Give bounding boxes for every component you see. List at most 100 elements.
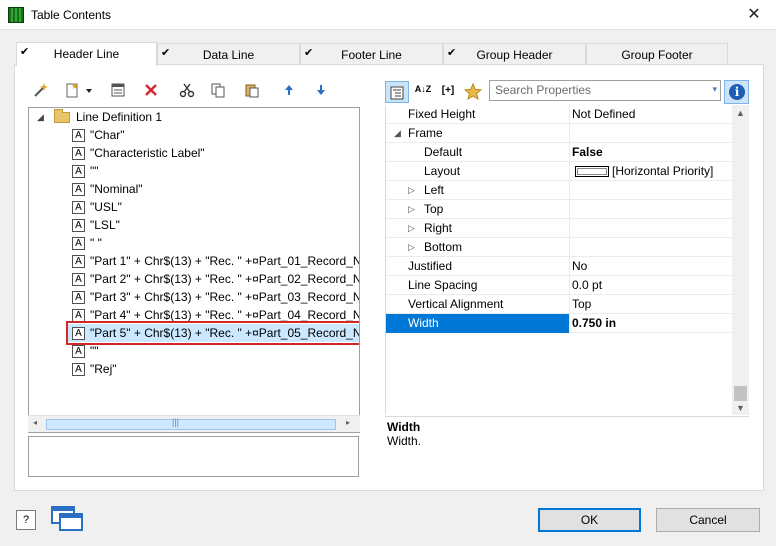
- property-value[interactable]: [569, 181, 734, 200]
- text-field-icon: A: [72, 147, 85, 161]
- favorites-button[interactable]: [462, 80, 484, 102]
- categorized-view-button[interactable]: [385, 81, 409, 103]
- property-name-text: Line Spacing: [408, 278, 478, 292]
- wizard-button[interactable]: [30, 79, 52, 101]
- property-value[interactable]: [569, 200, 734, 219]
- tree-item[interactable]: A "Rej": [72, 360, 359, 378]
- tree-item[interactable]: A "Part 2" + Chr$(13) + "Rec. " +¤Part_02…: [72, 270, 359, 288]
- tab-group-footer[interactable]: Group Footer: [586, 43, 728, 65]
- property-row[interactable]: Default False: [386, 143, 734, 162]
- move-up-button[interactable]: [278, 79, 300, 101]
- properties-button[interactable]: [107, 79, 129, 101]
- move-down-button[interactable]: [310, 79, 332, 101]
- expand-all-button[interactable]: [+]: [437, 80, 459, 102]
- paste-icon: [245, 84, 259, 98]
- property-row[interactable]: ▷ Bottom: [386, 238, 734, 257]
- property-name: Width: [386, 314, 569, 333]
- copy-button[interactable]: [207, 79, 229, 101]
- property-value[interactable]: 0.750 in: [569, 314, 734, 333]
- text-field-icon: A: [72, 255, 85, 269]
- expand-icon[interactable]: ▷: [408, 238, 415, 257]
- tree-item-label: "Part 2" + Chr$(13) + "Rec. " +¤Part_02_…: [90, 272, 360, 286]
- property-value[interactable]: [569, 124, 734, 143]
- scroll-left-icon[interactable]: ◂: [33, 418, 37, 427]
- text-field-icon: A: [72, 129, 85, 143]
- line-definition-tree[interactable]: ◢ Line Definition 1 A "Char" A "Characteris…: [28, 107, 360, 433]
- collapse-icon[interactable]: ◢: [394, 124, 401, 143]
- property-name-text: Fixed Height: [408, 107, 476, 121]
- expand-icon[interactable]: ▷: [408, 181, 415, 200]
- tree-item[interactable]: A "Char": [72, 126, 359, 144]
- property-row[interactable]: Width 0.750 in: [386, 314, 734, 333]
- tree-horizontal-scrollbar[interactable]: ◂ ||| ▸: [28, 415, 360, 432]
- sort-az-icon: A↓Z: [414, 84, 432, 94]
- cancel-button[interactable]: Cancel: [656, 508, 760, 532]
- property-row[interactable]: ◢ Frame: [386, 124, 734, 143]
- tree-item[interactable]: A "": [72, 162, 359, 180]
- property-vertical-scrollbar[interactable]: ▲ ▼: [732, 105, 749, 415]
- help-button[interactable]: ?: [16, 510, 36, 530]
- info-button[interactable]: i: [724, 80, 749, 104]
- description-text: Width.: [387, 434, 422, 448]
- scroll-right-icon[interactable]: ▸: [346, 418, 350, 427]
- tab-footer-line[interactable]: ✔ Footer Line: [300, 43, 443, 65]
- delete-button[interactable]: [140, 79, 162, 101]
- ok-button[interactable]: OK: [538, 508, 641, 532]
- property-row[interactable]: Line Spacing 0.0 pt: [386, 276, 734, 295]
- property-grid[interactable]: Fixed Height Not Defined ◢ Frame Default Fals…: [385, 105, 749, 415]
- new-item-button[interactable]: [62, 79, 96, 101]
- text-field-icon: A: [72, 201, 85, 215]
- property-value[interactable]: No: [569, 257, 734, 276]
- search-dropdown-icon[interactable]: ▾: [712, 84, 717, 95]
- tree-item-label: " ": [90, 236, 102, 250]
- scrollbar-thumb[interactable]: [734, 386, 747, 401]
- tree-item[interactable]: A "LSL": [72, 216, 359, 234]
- property-value[interactable]: Not Defined: [569, 105, 734, 124]
- tree-item-label: "USL": [90, 200, 122, 214]
- property-value[interactable]: [569, 219, 734, 238]
- tree-description-box: [28, 436, 359, 477]
- property-name-text: Width: [408, 316, 439, 330]
- text-field-icon: A: [72, 345, 85, 359]
- expand-icon[interactable]: ▷: [408, 219, 415, 238]
- property-name: Justified: [386, 257, 569, 276]
- tab-group-header[interactable]: ✔ Group Header: [443, 43, 586, 65]
- windows-button[interactable]: [50, 505, 84, 533]
- property-row[interactable]: Justified No: [386, 257, 734, 276]
- scrollbar-thumb[interactable]: |||: [46, 417, 336, 430]
- property-value[interactable]: [569, 238, 734, 257]
- property-row[interactable]: Fixed Height Not Defined: [386, 105, 734, 124]
- property-value-text: 0.0 pt: [572, 278, 603, 292]
- tree-item[interactable]: A "Nominal": [72, 180, 359, 198]
- property-value[interactable]: [Horizontal Priority]: [569, 162, 734, 181]
- property-name: Vertical Alignment: [386, 295, 569, 314]
- cut-button[interactable]: [176, 79, 198, 101]
- expand-icon[interactable]: ▷: [408, 200, 415, 219]
- paste-button[interactable]: [241, 79, 263, 101]
- tab-header-line[interactable]: ✔ Header Line: [16, 42, 157, 66]
- property-value[interactable]: False: [569, 143, 734, 162]
- search-placeholder: Search Properties: [495, 83, 592, 97]
- tree-item[interactable]: A "Part 3" + Chr$(13) + "Rec. " +¤Part_03…: [72, 288, 359, 306]
- tree-item-label: "Char": [90, 128, 125, 142]
- property-row[interactable]: Layout [Horizontal Priority]: [386, 162, 734, 181]
- property-row[interactable]: ▷ Right: [386, 219, 734, 238]
- property-value[interactable]: 0.0 pt: [569, 276, 734, 295]
- tree-item[interactable]: A "Characteristic Label": [72, 144, 359, 162]
- tab-data-line[interactable]: ✔ Data Line: [157, 43, 300, 65]
- tree-item[interactable]: A " ": [72, 234, 359, 252]
- tree-item[interactable]: A "Part 1" + Chr$(13) + "Rec. " +¤Part_01…: [72, 252, 359, 270]
- scroll-down-icon[interactable]: ▼: [736, 403, 745, 413]
- sort-alphabetical-button[interactable]: A↓Z: [412, 81, 434, 103]
- close-button[interactable]: ✕: [742, 4, 766, 26]
- search-properties-input[interactable]: Search Properties ▾: [489, 80, 721, 101]
- property-row[interactable]: Vertical Alignment Top: [386, 295, 734, 314]
- property-value[interactable]: Top: [569, 295, 734, 314]
- property-row[interactable]: ▷ Left: [386, 181, 734, 200]
- categorized-icon: [390, 86, 404, 100]
- property-row[interactable]: ▷ Top: [386, 200, 734, 219]
- cut-icon: [179, 83, 195, 98]
- tree-item[interactable]: A "USL": [72, 198, 359, 216]
- scroll-up-icon[interactable]: ▲: [736, 108, 745, 118]
- collapse-icon[interactable]: ◢: [37, 108, 44, 126]
